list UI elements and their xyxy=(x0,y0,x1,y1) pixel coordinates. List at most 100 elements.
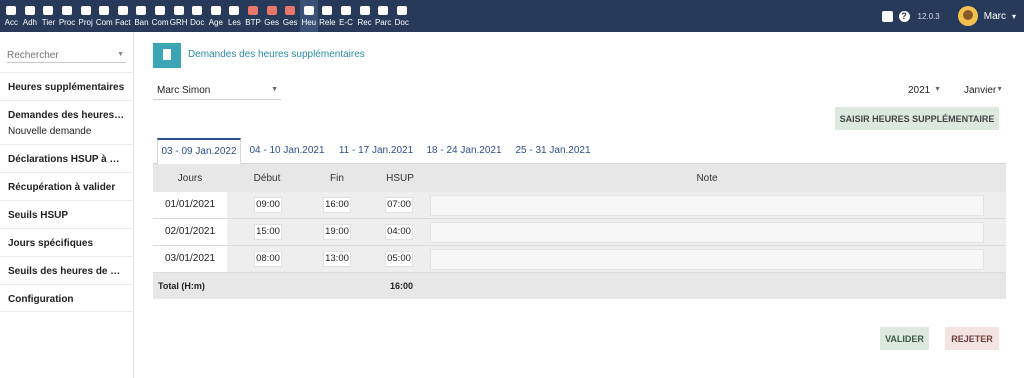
col-jours: Jours xyxy=(177,173,203,184)
sidebar-item-thresholds[interactable]: Seuils HSUP xyxy=(0,200,133,228)
nav-projects[interactable]: Proj xyxy=(76,0,95,32)
note-field[interactable] xyxy=(430,195,984,216)
calendar-icon xyxy=(210,6,221,15)
nav-products[interactable]: Proc xyxy=(58,0,77,32)
top-navbar: Acc Adh Tier Proc Proj Com Fact Ban Com … xyxy=(0,0,1024,32)
sidebar-item-requests[interactable]: Demandes des heures su... xyxy=(0,100,133,144)
accounting-icon xyxy=(155,6,166,15)
print-icon[interactable] xyxy=(881,10,893,22)
sidebar-item-declarations[interactable]: Déclarations HSUP à vali... xyxy=(0,144,133,172)
end-time-field[interactable]: 13:00 xyxy=(323,251,351,267)
nav-search[interactable]: Rec xyxy=(355,0,374,32)
search-input[interactable] xyxy=(7,50,112,61)
sidebar-item-configuration[interactable]: Configuration xyxy=(0,284,133,312)
nav-agenda[interactable]: Age xyxy=(207,0,226,32)
end-time-field[interactable]: 19:00 xyxy=(323,224,351,240)
chevron-down-icon: ▼ xyxy=(996,86,1003,93)
table-row: 03/01/2021 08:00 13:00 05:00 xyxy=(153,246,1006,273)
nav-btp[interactable]: BTP xyxy=(244,0,263,32)
building-icon xyxy=(43,6,54,15)
module-nav: Acc Adh Tier Proc Proj Com Fact Ban Com … xyxy=(2,0,411,32)
tab-week-1[interactable]: 03 - 09 Jan.2022 xyxy=(157,138,241,165)
nav-commerce[interactable]: Com xyxy=(95,0,114,32)
validate-button[interactable]: VALIDER xyxy=(880,327,929,350)
hr-icon xyxy=(173,6,184,15)
nav-gestion-2[interactable]: Ges xyxy=(281,0,300,32)
table-row: 02/01/2021 15:00 19:00 04:00 xyxy=(153,219,1006,246)
reject-button[interactable]: REJETER xyxy=(945,327,999,350)
tab-week-4[interactable]: 18 - 24 Jan.2021 xyxy=(426,138,502,164)
table-row: 01/01/2021 09:00 16:00 07:00 xyxy=(153,192,1006,219)
end-time-field[interactable]: 16:00 xyxy=(323,197,351,213)
page-title: Demandes des heures supplémentaires xyxy=(188,49,365,60)
search-box[interactable]: ▼ xyxy=(7,49,126,63)
nav-documents[interactable]: Doc xyxy=(188,0,207,32)
col-debut: Début xyxy=(253,173,281,184)
nav-bank[interactable]: Ban xyxy=(132,0,151,32)
chevron-down-icon: ▼ xyxy=(271,86,278,93)
table-header: Jours Début Fin HSUP Note xyxy=(153,164,1006,192)
tab-week-3[interactable]: 11 - 17 Jan.2021 xyxy=(338,138,414,164)
project-icon xyxy=(80,6,91,15)
hsup-field[interactable]: 04:00 xyxy=(385,224,413,240)
nav-thirdparties[interactable]: Tier xyxy=(39,0,58,32)
nav-ecommerce[interactable]: E-C xyxy=(337,0,356,32)
bank-icon xyxy=(136,6,147,15)
start-time-field[interactable]: 08:00 xyxy=(254,251,282,267)
tab-week-5[interactable]: 25 - 31 Jan.2021 xyxy=(515,138,591,164)
wrench-icon xyxy=(229,6,240,15)
nav-docs[interactable]: Doc xyxy=(392,0,411,32)
nav-invoices[interactable]: Fact xyxy=(114,0,133,32)
enter-overtime-button[interactable]: SAISIR HEURES SUPPLÉMENTAIRE xyxy=(835,107,999,130)
sidebar-item-night-thresholds[interactable]: Seuils des heures de nuit xyxy=(0,256,133,284)
nav-home[interactable]: Acc xyxy=(2,0,21,32)
chevron-down-icon[interactable]: ▾ xyxy=(1012,12,1016,21)
chevron-down-icon: ▼ xyxy=(934,86,941,93)
main-content: Demandes des heures supplémentaires Marc… xyxy=(134,32,1024,378)
sidebar-item-overtime[interactable]: Heures supplémentaires xyxy=(0,72,133,100)
manage-icon xyxy=(266,6,277,15)
note-field[interactable] xyxy=(430,222,984,243)
hsup-field[interactable]: 05:00 xyxy=(385,251,413,267)
nav-tools[interactable]: Les xyxy=(225,0,244,32)
folder-icon xyxy=(192,6,203,15)
hours-icon xyxy=(303,6,314,15)
avatar[interactable] xyxy=(957,6,978,26)
commerce-icon xyxy=(99,6,110,15)
nav-relevés[interactable]: Rele xyxy=(318,0,337,32)
row-date: 03/01/2021 xyxy=(164,253,216,264)
hsup-field[interactable]: 07:00 xyxy=(385,197,413,213)
total-row: Total (H:m) 16:00 xyxy=(153,273,1006,299)
overtime-table: Jours Début Fin HSUP Note 01/01/2021 09:… xyxy=(153,164,1006,299)
sidebar-item-specific-days[interactable]: Jours spécifiques xyxy=(0,228,133,256)
nav-gestion-1[interactable]: Ges xyxy=(262,0,281,32)
col-hsup: HSUP xyxy=(386,173,414,184)
row-date: 02/01/2021 xyxy=(164,226,216,237)
employee-select[interactable]: Marc Simon ▼ xyxy=(153,82,281,100)
nav-members[interactable]: Adh xyxy=(21,0,40,32)
help-icon[interactable]: ? xyxy=(898,10,910,22)
sidebar-sub-new-request[interactable]: Nouvelle demande xyxy=(8,126,91,137)
tab-week-2[interactable]: 04 - 10 Jan.2021 xyxy=(249,138,325,164)
total-label: Total (H:m) xyxy=(158,281,205,291)
users-icon xyxy=(24,6,35,15)
note-field[interactable] xyxy=(430,249,984,270)
row-fields: 08:00 13:00 05:00 xyxy=(227,246,1006,272)
btp-icon xyxy=(248,6,259,15)
year-select[interactable]: 2021 ▼ xyxy=(904,82,944,100)
version-label: 12.0.3 xyxy=(917,11,940,21)
top-right-area: ? 12.0.3 Marc ▾ xyxy=(881,0,1016,32)
wordpress-icon xyxy=(322,6,333,15)
nav-fleet[interactable]: Parc xyxy=(374,0,393,32)
user-name[interactable]: Marc xyxy=(984,11,1006,22)
month-select[interactable]: Janvier ▼ xyxy=(960,82,1006,100)
nav-hours[interactable]: Heu xyxy=(299,0,319,32)
docs-icon xyxy=(396,6,407,15)
nav-hr[interactable]: GRH xyxy=(169,0,188,32)
start-time-field[interactable]: 15:00 xyxy=(254,224,282,240)
start-time-field[interactable]: 09:00 xyxy=(254,197,282,213)
nav-accounting[interactable]: Com xyxy=(151,0,170,32)
manage2-icon xyxy=(285,6,296,15)
sidebar-item-recovery[interactable]: Récupération à valider xyxy=(0,172,133,200)
chevron-down-icon[interactable]: ▼ xyxy=(117,51,124,58)
